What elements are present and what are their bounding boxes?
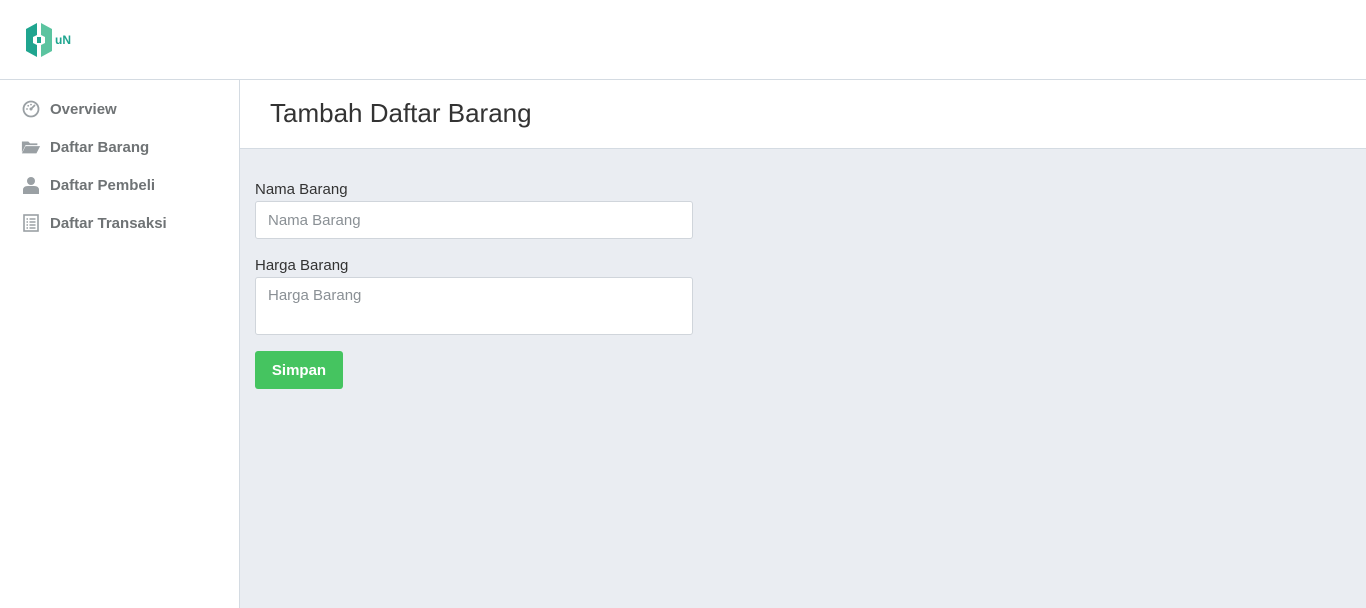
sidebar-item-daftar-barang[interactable]: Daftar Barang <box>0 128 239 166</box>
sidebar-item-daftar-transaksi[interactable]: Daftar Transaksi <box>0 204 239 242</box>
harga-barang-label: Harga Barang <box>255 257 349 274</box>
sidebar-item-label: Daftar Transaksi <box>50 214 167 232</box>
harga-barang-input[interactable] <box>255 277 693 335</box>
sidebar-item-label: Daftar Barang <box>50 138 150 156</box>
nama-barang-input[interactable] <box>255 201 693 239</box>
user-icon <box>21 175 41 195</box>
dashboard-icon <box>21 99 41 119</box>
folder-open-icon <box>21 137 41 157</box>
main-content: Tambah Daftar Barang Nama Barang Harga B… <box>240 80 1366 608</box>
sidebar-item-label: Overview <box>50 100 117 118</box>
top-bar: uN <box>0 0 1366 80</box>
list-icon <box>21 213 41 233</box>
logo-text: uN <box>55 33 71 47</box>
nama-barang-label: Nama Barang <box>255 181 348 198</box>
page-title: Tambah Daftar Barang <box>270 98 532 128</box>
page-header: Tambah Daftar Barang <box>240 80 1366 149</box>
logo-icon <box>26 23 52 57</box>
sidebar-item-daftar-pembeli[interactable]: Daftar Pembeli <box>0 166 239 204</box>
sidebar-item-overview[interactable]: Overview <box>0 90 239 128</box>
simpan-button[interactable]: Simpan <box>255 351 343 389</box>
sidebar: Overview Daftar Barang Daftar Pembeli Da… <box>0 80 240 608</box>
sidebar-item-label: Daftar Pembeli <box>50 176 156 194</box>
logo[interactable]: uN <box>24 20 84 60</box>
